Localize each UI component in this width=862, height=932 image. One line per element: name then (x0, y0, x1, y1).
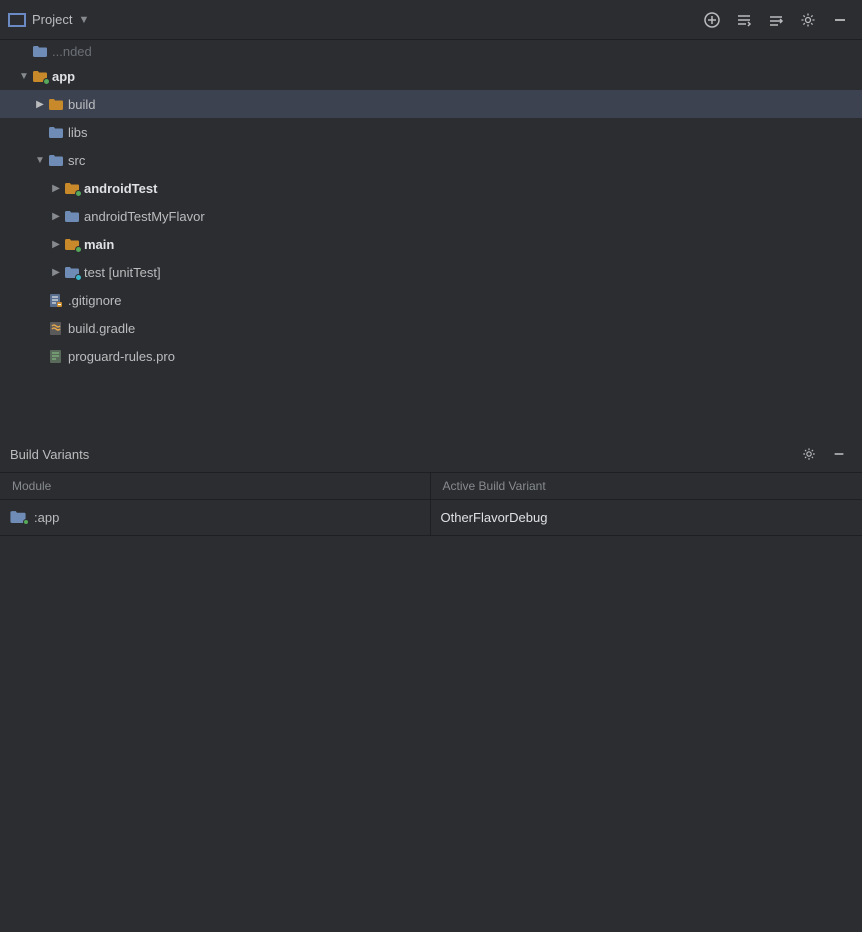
module-dot-badge (23, 519, 29, 525)
dot-badge-app (43, 78, 50, 85)
tree-label-app: app (52, 69, 75, 84)
module-folder-icon (10, 510, 28, 524)
module-cell-content: :app (10, 510, 420, 525)
folder-icon-main (64, 236, 80, 252)
build-variants-panel: Build Variants M (0, 437, 862, 536)
bv-variant-cell[interactable]: OtherFlavorDebug (430, 499, 862, 535)
tree-item-libs[interactable]: libs (0, 118, 862, 146)
chevron-androidtestmyflavor: ▶ (48, 208, 64, 224)
chevron-main: ▶ (48, 236, 64, 252)
folder-icon-androidtest (64, 180, 80, 196)
tree-item-main[interactable]: ▶ main (0, 230, 862, 258)
tree-item-androidtest[interactable]: ▶ androidTest (0, 174, 862, 202)
tree-item-nded[interactable]: ...nded (0, 40, 862, 62)
bottom-area (0, 536, 862, 932)
build-variants-title: Build Variants (10, 447, 790, 462)
minimize-button[interactable] (826, 6, 854, 34)
file-icon-gitignore (48, 292, 64, 308)
minimize-icon (832, 12, 848, 28)
tree-label-src: src (68, 153, 85, 168)
tree-label-proguard: proguard-rules.pro (68, 349, 175, 364)
folder-icon-nded (32, 43, 48, 59)
bv-module-header: Module (0, 473, 430, 500)
collapse-all-icon (736, 12, 752, 28)
dot-badge-androidtest (75, 190, 82, 197)
build-variants-header: Build Variants (0, 437, 862, 473)
folder-icon-androidtestmyflavor (64, 208, 80, 224)
add-button[interactable] (698, 6, 726, 34)
folder-icon-libs (48, 124, 64, 140)
toolbar: Project ▼ (0, 0, 862, 40)
folder-icon-app (32, 68, 48, 84)
tree-item-test[interactable]: ▶ test [unitTest] (0, 258, 862, 286)
tree-label-androidtest: androidTest (84, 181, 157, 196)
bv-variant-value: OtherFlavorDebug (441, 510, 548, 525)
bv-minimize-icon (832, 447, 846, 461)
bv-table-header-row: Module Active Build Variant (0, 473, 862, 500)
file-icon-build-gradle (48, 320, 64, 336)
project-icon (8, 13, 26, 27)
tree-item-src[interactable]: ▼ src (0, 146, 862, 174)
bv-actions (796, 441, 852, 467)
tree-item-androidtestmyflavor[interactable]: ▶ androidTestMyFlavor (0, 202, 862, 230)
chevron-app: ▼ (16, 68, 32, 84)
bv-settings-icon (802, 447, 816, 461)
settings-icon (800, 12, 816, 28)
chevron-build: ▶ (32, 96, 48, 112)
bv-settings-button[interactable] (796, 441, 822, 467)
toolbar-actions (698, 6, 854, 34)
tree-label-build: build (68, 97, 95, 112)
collapse-all-button[interactable] (730, 6, 758, 34)
project-label: Project (32, 12, 72, 27)
tree-label-androidtestmyflavor: androidTestMyFlavor (84, 209, 205, 224)
tree-label-test: test [unitTest] (84, 265, 161, 280)
bv-variant-header: Active Build Variant (430, 473, 862, 500)
tree-item-build-gradle[interactable]: build.gradle (0, 314, 862, 342)
bv-table-row[interactable]: :app OtherFlavorDebug (0, 499, 862, 535)
build-variants-table: Module Active Build Variant (0, 473, 862, 536)
tree-label-libs: libs (68, 125, 88, 140)
chevron-src: ▼ (32, 152, 48, 168)
tree-item-app[interactable]: ▼ app (0, 62, 862, 90)
tree-label-nded: ...nded (52, 44, 92, 59)
add-icon (704, 12, 720, 28)
bv-module-value: :app (34, 510, 59, 525)
file-tree: ...nded ▼ app ▶ build (0, 40, 862, 437)
folder-icon-src (48, 152, 64, 168)
main-container: Project ▼ (0, 0, 862, 932)
tree-label-main: main (84, 237, 114, 252)
folder-icon-test (64, 264, 80, 280)
chevron-androidtest: ▶ (48, 180, 64, 196)
bv-minimize-button[interactable] (826, 441, 852, 467)
tree-item-proguard[interactable]: proguard-rules.pro (0, 342, 862, 370)
file-icon-proguard (48, 348, 64, 364)
tree-label-build-gradle: build.gradle (68, 321, 135, 336)
project-panel-title: Project ▼ (8, 12, 692, 27)
collapse-button[interactable] (762, 6, 790, 34)
folder-icon-build (48, 96, 64, 112)
bv-module-cell: :app (0, 499, 430, 535)
tree-label-gitignore: .gitignore (68, 293, 121, 308)
settings-button[interactable] (794, 6, 822, 34)
tree-item-build[interactable]: ▶ build (0, 90, 862, 118)
chevron-test: ▶ (48, 264, 64, 280)
dot-badge-test (75, 274, 82, 281)
dropdown-chevron[interactable]: ▼ (78, 14, 89, 26)
tree-item-gitignore[interactable]: .gitignore (0, 286, 862, 314)
dot-badge-main (75, 246, 82, 253)
collapse-icon (768, 12, 784, 28)
